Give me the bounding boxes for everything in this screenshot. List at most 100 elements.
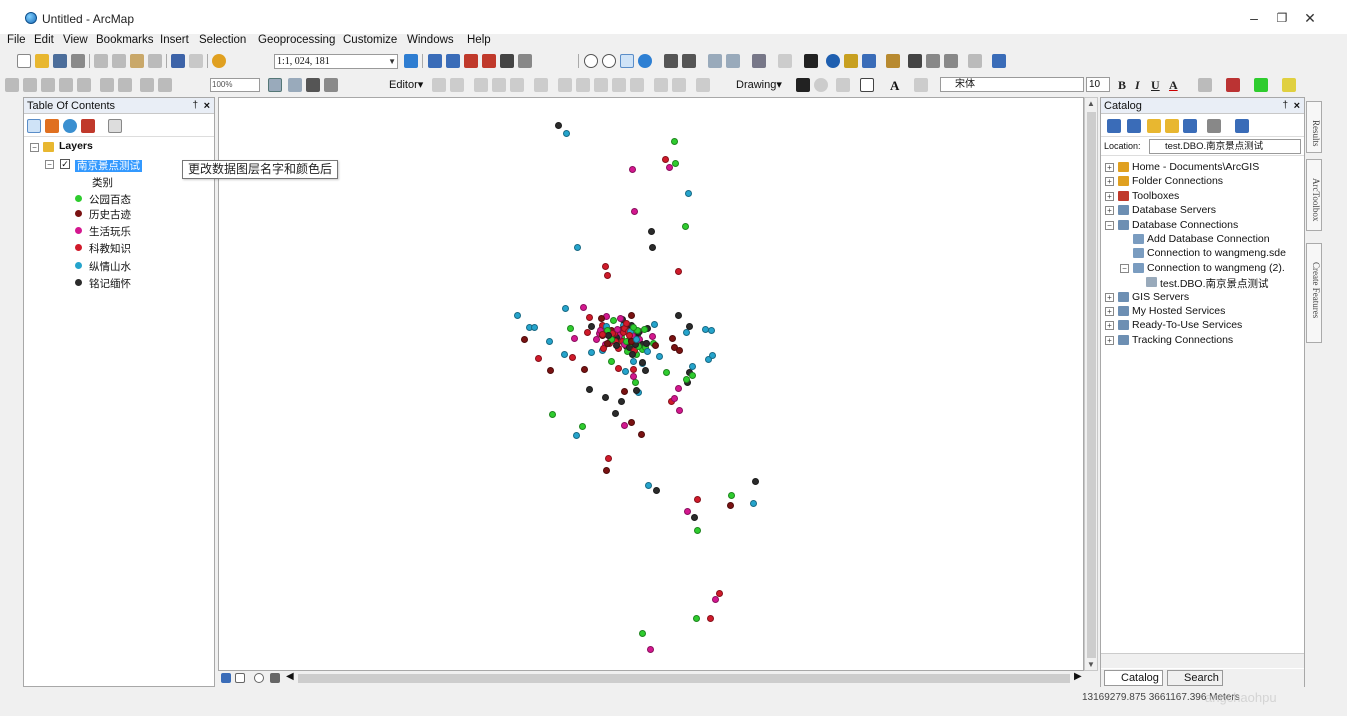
scroll-right-icon[interactable]: ▶	[1074, 671, 1082, 682]
map-point[interactable]	[615, 365, 623, 373]
map-point[interactable]	[629, 166, 636, 173]
map-point[interactable]	[671, 395, 679, 403]
forward-extent-icon[interactable]	[726, 54, 740, 68]
edit-vertices-icon[interactable]	[558, 78, 572, 92]
fixed-zoom-in-icon[interactable]	[664, 54, 678, 68]
layers-expander[interactable]: −	[30, 143, 39, 152]
map-point[interactable]	[676, 346, 684, 354]
attributes-icon[interactable]	[654, 78, 668, 92]
callout-icon[interactable]	[914, 78, 928, 92]
menu-geoprocessing[interactable]: Geoprocessing	[258, 34, 335, 46]
map-point[interactable]	[631, 208, 638, 215]
font-color-icon[interactable]: A	[1169, 78, 1178, 93]
tree-expander[interactable]: +	[1105, 177, 1114, 187]
catalog-item[interactable]: test.DBO.南京景点测试	[1160, 276, 1269, 291]
map-point[interactable]	[580, 304, 588, 312]
map-point[interactable]	[604, 272, 611, 279]
list-by-visibility-icon[interactable]	[63, 119, 77, 133]
fixed-zoom-out-icon[interactable]	[682, 54, 696, 68]
underline-button[interactable]: U	[1151, 78, 1160, 93]
menu-file[interactable]: File	[7, 34, 26, 46]
menu-windows[interactable]: Windows	[407, 34, 454, 46]
map-point[interactable]	[574, 244, 581, 251]
layout-zoom-in-icon[interactable]	[100, 78, 114, 92]
paste-icon[interactable]	[130, 54, 144, 68]
rectangle-icon[interactable]	[860, 78, 874, 92]
data-view-icon[interactable]	[221, 673, 231, 683]
print-icon[interactable]	[71, 54, 85, 68]
menu-edit[interactable]: Edit	[34, 34, 54, 46]
layout-pan-icon[interactable]	[140, 78, 154, 92]
map-point[interactable]	[674, 312, 682, 320]
focus-frame-icon[interactable]	[288, 78, 302, 92]
layout-zoom-combo[interactable]: 100%	[210, 78, 260, 92]
map-point[interactable]	[708, 327, 715, 334]
find-binoculars-icon[interactable]	[908, 54, 922, 68]
map-point[interactable]	[570, 335, 578, 343]
open-folder-icon[interactable]	[35, 54, 49, 68]
close-icon[interactable]: ×	[204, 98, 210, 114]
map-point[interactable]	[642, 339, 650, 347]
menu-selection[interactable]: Selection	[199, 34, 246, 46]
map-point[interactable]	[689, 372, 697, 380]
layers-label[interactable]: Layers	[59, 140, 93, 152]
menu-customize[interactable]: Customize	[343, 34, 397, 46]
georef-points-icon[interactable]	[77, 78, 91, 92]
options-icon[interactable]	[108, 119, 122, 133]
map-point[interactable]	[563, 130, 570, 137]
tab-search[interactable]: Search	[1167, 670, 1223, 686]
map-point[interactable]	[691, 514, 698, 521]
map-point[interactable]	[637, 430, 645, 438]
catalog-item[interactable]: Connection to wangmeng.sde	[1147, 247, 1286, 259]
arctoolbox-icon[interactable]	[482, 54, 496, 68]
map-point[interactable]	[549, 411, 556, 418]
map-point[interactable]	[603, 467, 610, 474]
map-point[interactable]	[702, 326, 709, 333]
search-window-icon[interactable]	[464, 54, 478, 68]
pin-icon[interactable]: †	[192, 98, 198, 114]
tree-expander[interactable]: +	[1105, 321, 1114, 331]
map-point[interactable]	[562, 305, 570, 313]
tree-expander[interactable]: +	[1105, 191, 1114, 201]
map-point[interactable]	[644, 348, 652, 356]
undo-icon[interactable]	[171, 54, 185, 68]
pan-hand-icon[interactable]	[620, 54, 634, 68]
map-point[interactable]	[672, 160, 679, 167]
map-point[interactable]	[605, 455, 612, 462]
straight-segment-icon[interactable]	[474, 78, 488, 92]
tree-expander[interactable]: +	[1105, 335, 1114, 345]
hyperlink-icon[interactable]	[844, 54, 858, 68]
font-size-combo[interactable]: 10	[1086, 77, 1110, 92]
horizontal-scroll-thumb[interactable]	[298, 674, 1070, 683]
forward-arrow-icon[interactable]	[1127, 119, 1141, 133]
map-point[interactable]	[684, 508, 691, 515]
map-point[interactable]	[579, 423, 586, 430]
toggle-contents-icon[interactable]	[1235, 119, 1249, 133]
catalog-item[interactable]: Home - Documents\ArcGIS	[1132, 161, 1259, 173]
connect-folder-icon[interactable]	[1183, 119, 1197, 133]
catalog-item[interactable]: Add Database Connection	[1147, 233, 1270, 245]
catalog-item[interactable]: Toolboxes	[1132, 190, 1179, 202]
point-icon[interactable]	[534, 78, 548, 92]
catalog-item[interactable]: Ready-To-Use Services	[1132, 319, 1242, 331]
map-point[interactable]	[674, 385, 682, 393]
zoom-in-icon[interactable]	[584, 54, 598, 68]
catalog-item[interactable]: Database Servers	[1132, 204, 1216, 216]
close-button[interactable]: ✕	[1296, 8, 1324, 28]
fill-color-icon[interactable]	[1198, 78, 1212, 92]
map-point[interactable]	[752, 478, 759, 485]
catalog-item[interactable]: Folder Connections	[1132, 175, 1223, 187]
add-data-icon[interactable]	[212, 54, 226, 68]
tree-expander[interactable]: +	[1105, 307, 1114, 316]
map-point[interactable]	[555, 122, 562, 129]
map-point[interactable]	[682, 329, 690, 337]
list-by-selection-icon[interactable]	[81, 119, 95, 133]
close-icon[interactable]: ×	[1294, 98, 1300, 114]
italic-button[interactable]: I	[1135, 78, 1140, 93]
scroll-down-icon[interactable]: ▼	[1085, 660, 1097, 669]
map-point[interactable]	[663, 368, 671, 376]
scroll-up-icon[interactable]: ▲	[1085, 99, 1097, 108]
modelbuilder-icon[interactable]	[518, 54, 532, 68]
reshape-icon[interactable]	[576, 78, 590, 92]
location-combo[interactable]: test.DBO.南京景点测试	[1149, 139, 1301, 154]
